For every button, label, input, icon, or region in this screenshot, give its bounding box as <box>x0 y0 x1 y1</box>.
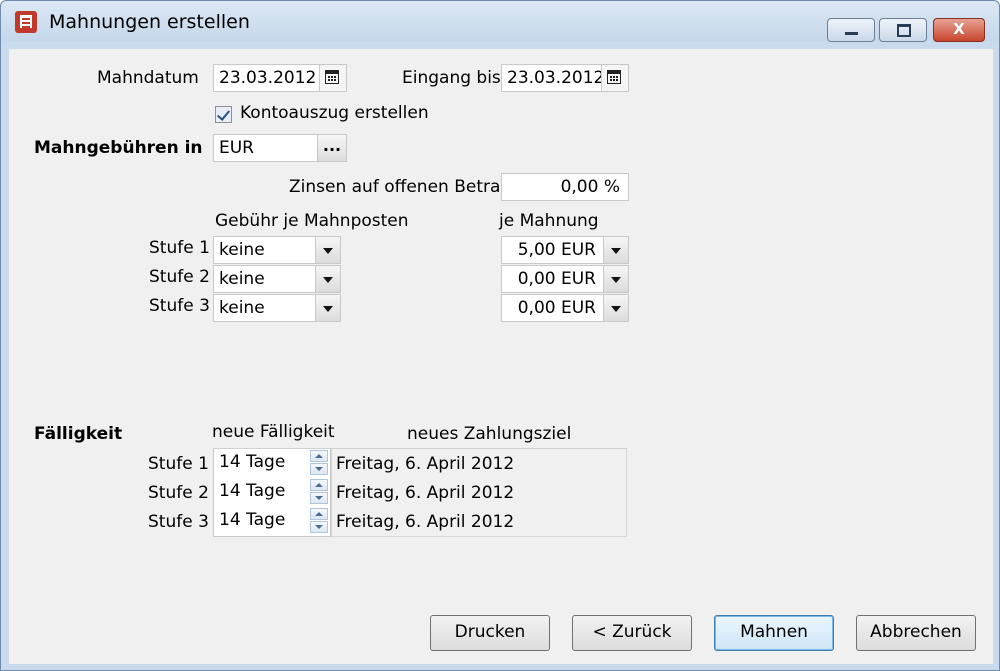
fee-posten-value: keine <box>219 298 265 318</box>
mahnen-button[interactable]: Mahnen <box>714 615 834 651</box>
cancel-button[interactable]: Abbrechen <box>856 615 976 651</box>
mahndatum-field[interactable]: 23.03.2012 <box>213 64 347 92</box>
fee-stufe-label: Stufe 3 <box>149 296 210 316</box>
due-days-value: 14 Tage <box>219 481 286 501</box>
due-date-cell: Freitag, 6. April 2012 <box>331 507 627 537</box>
spinner-icon[interactable] <box>310 449 330 477</box>
chevron-down-icon[interactable] <box>315 237 340 263</box>
fee-mahnung-select[interactable]: 0,00 EUR <box>501 265 629 293</box>
fee-mahnung-select[interactable]: 0,00 EUR <box>501 294 629 322</box>
window-title: Mahnungen erstellen <box>49 11 250 33</box>
due-date-value: Freitag, 6. April 2012 <box>336 483 515 503</box>
calendar-button[interactable] <box>601 65 628 91</box>
fee-posten-value: keine <box>219 240 265 260</box>
zinsen-label: Zinsen auf offenen Betrag <box>289 177 512 197</box>
fee-posten-select[interactable]: keine <box>213 265 341 293</box>
back-button[interactable]: < Zurück <box>572 615 692 651</box>
calendar-button[interactable] <box>319 65 346 91</box>
due-stufe-label: Stufe 2 <box>148 483 209 503</box>
kontoauszug-checkbox[interactable] <box>215 106 232 123</box>
col-je-mahnung: je Mahnung <box>499 211 599 231</box>
due-days-spinner[interactable]: 14 Tage <box>213 507 331 537</box>
mahngebuehren-heading: Mahngebühren in <box>34 138 203 158</box>
spinner-icon[interactable] <box>310 478 330 506</box>
calendar-icon <box>607 70 621 84</box>
fee-mahnung-select[interactable]: 5,00 EUR <box>501 236 629 264</box>
chevron-down-icon[interactable] <box>315 266 340 292</box>
minimize-button[interactable] <box>827 18 875 42</box>
eingang-value: 23.03.2012 <box>507 68 605 88</box>
currency-browse-button[interactable]: ... <box>317 135 346 161</box>
spin-down-icon[interactable] <box>310 492 328 504</box>
fee-mahnung-value: 5,00 EUR <box>517 240 596 260</box>
fee-mahnung-value: 0,00 EUR <box>517 298 596 318</box>
due-date-cell: Freitag, 6. April 2012 <box>331 449 627 479</box>
zinsen-value: 0,00 % <box>560 177 620 197</box>
spin-down-icon[interactable] <box>310 521 328 533</box>
fee-stufe-label: Stufe 1 <box>149 238 210 258</box>
due-stufe-label: Stufe 3 <box>148 512 209 532</box>
dialog-window: Mahnungen erstellen X Mahndatum 23.03.20… <box>0 0 1000 671</box>
col-neue-faelligkeit: neue Fälligkeit <box>212 422 335 442</box>
currency-value: EUR <box>219 138 254 158</box>
fee-stufe-label: Stufe 2 <box>149 267 210 287</box>
faelligkeit-heading: Fälligkeit <box>34 424 123 444</box>
close-icon: X <box>953 20 965 38</box>
spin-up-icon[interactable] <box>310 479 328 491</box>
due-days-value: 14 Tage <box>219 452 286 472</box>
fee-mahnung-value: 0,00 EUR <box>517 269 596 289</box>
chevron-down-icon[interactable] <box>603 237 628 263</box>
spin-up-icon[interactable] <box>310 450 328 462</box>
due-days-spinner[interactable]: 14 Tage <box>213 478 331 508</box>
spin-up-icon[interactable] <box>310 508 328 520</box>
fee-posten-select[interactable]: keine <box>213 294 341 322</box>
due-date-cell: Freitag, 6. April 2012 <box>331 478 627 508</box>
calendar-icon <box>325 70 339 84</box>
mahndatum-label: Mahndatum <box>97 68 199 88</box>
kontoauszug-label: Kontoauszug erstellen <box>240 103 429 123</box>
currency-field[interactable]: EUR ... <box>213 134 347 162</box>
close-button[interactable]: X <box>933 18 985 42</box>
spin-down-icon[interactable] <box>310 463 328 475</box>
dialog-client: Mahndatum 23.03.2012 Eingang bis 23.03.2… <box>9 49 993 664</box>
due-stufe-label: Stufe 1 <box>148 454 209 474</box>
spinner-icon[interactable] <box>310 507 330 535</box>
fee-posten-value: keine <box>219 269 265 289</box>
eingang-label: Eingang bis <box>402 68 501 88</box>
chevron-down-icon[interactable] <box>603 295 628 321</box>
chevron-down-icon[interactable] <box>603 266 628 292</box>
zinsen-field[interactable]: 0,00 % <box>501 173 629 201</box>
mahndatum-value: 23.03.2012 <box>219 68 317 88</box>
title-bar[interactable]: Mahnungen erstellen X <box>1 1 999 42</box>
due-days-value: 14 Tage <box>219 510 286 530</box>
col-neues-zahlungsziel: neues Zahlungsziel <box>407 424 572 444</box>
document-red-icon <box>15 11 37 33</box>
col-gebuehr-posten: Gebühr je Mahnposten <box>215 211 409 231</box>
eingang-field[interactable]: 23.03.2012 <box>501 64 629 92</box>
due-date-value: Freitag, 6. April 2012 <box>336 512 515 532</box>
chevron-down-icon[interactable] <box>315 295 340 321</box>
drucken-button[interactable]: Drucken <box>430 615 550 651</box>
maximize-button[interactable] <box>879 18 927 42</box>
due-date-value: Freitag, 6. April 2012 <box>336 454 515 474</box>
due-days-spinner[interactable]: 14 Tage <box>213 449 331 479</box>
fee-posten-select[interactable]: keine <box>213 236 341 264</box>
